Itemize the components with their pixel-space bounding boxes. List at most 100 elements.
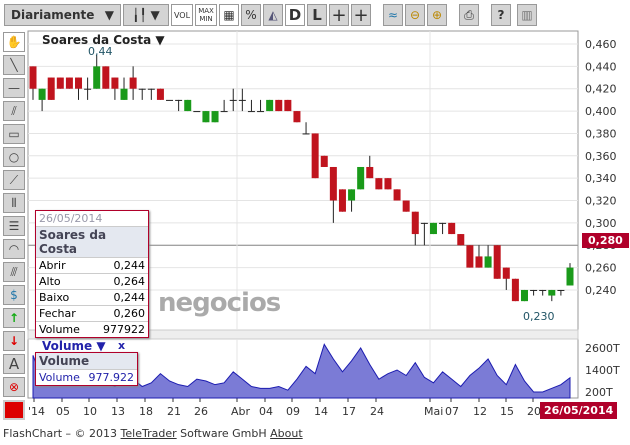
candle-body — [320, 155, 328, 167]
candle-body — [420, 222, 428, 224]
y-tick-label: 0,440 — [585, 60, 617, 73]
footer: FlashChart – © 2013 TeleTrader Software … — [3, 427, 303, 440]
candle-body — [47, 77, 55, 100]
candle-body — [166, 99, 174, 101]
candle-body — [129, 77, 137, 89]
current-price-badge: 0,280 — [582, 233, 629, 248]
y-tick-label: 0,380 — [585, 127, 617, 140]
volume-tick-label: 200T — [585, 386, 613, 399]
x-tick-label: 24 — [370, 405, 384, 418]
candle-body — [184, 99, 192, 112]
candle-body — [293, 111, 301, 123]
x-tick-label: 09 — [286, 405, 300, 418]
volume-title[interactable]: Volume ▼ — [42, 339, 106, 353]
candle-body — [247, 111, 255, 113]
candle-body — [475, 256, 483, 268]
info-key: Abrir — [39, 259, 66, 272]
candle-body — [366, 166, 374, 179]
y-tick-label: 0,240 — [585, 284, 617, 297]
candle-body — [65, 77, 73, 89]
candle-body — [357, 166, 365, 190]
volume-box-title: Volume — [36, 353, 137, 369]
candle-body — [520, 289, 528, 302]
info-value: 0,260 — [113, 307, 146, 320]
candle-body — [539, 289, 547, 291]
candle-body — [193, 111, 201, 113]
x-tick-label: 04 — [259, 405, 273, 418]
min-label: 0,230 — [523, 310, 555, 323]
x-tick-label: 14 — [314, 405, 328, 418]
x-tick-label: '14 — [28, 405, 45, 418]
x-tick-label: 07 — [445, 405, 459, 418]
info-key: Alto — [39, 275, 61, 288]
candle-body — [229, 99, 237, 101]
candle-body — [530, 289, 538, 291]
info-value: 0,264 — [113, 275, 146, 288]
candle-body — [175, 99, 183, 101]
candle-body — [348, 189, 356, 201]
x-tick-label: 18 — [139, 405, 153, 418]
info-row: Volume 977922 — [36, 321, 148, 337]
candle-body — [120, 88, 128, 100]
volume-close-button[interactable]: x — [118, 339, 125, 352]
candle-body — [220, 111, 228, 113]
info-key: Fechar — [39, 307, 76, 320]
candle-body — [111, 77, 119, 89]
info-row: Fechar 0,260 — [36, 305, 148, 321]
y-tick-label: 0,360 — [585, 150, 617, 163]
teletrader-link[interactable]: TeleTrader — [121, 427, 177, 440]
volume-box-value: 977.922 — [88, 371, 135, 384]
candle-body — [284, 99, 292, 112]
candle-body — [375, 178, 383, 190]
about-link[interactable]: About — [270, 427, 303, 440]
info-row: Alto 0,264 — [36, 273, 148, 289]
candle-body — [493, 245, 501, 279]
info-value: 0,244 — [113, 259, 146, 272]
volume-tick-label: 2600T — [585, 342, 620, 355]
y-tick-label: 0,320 — [585, 195, 617, 208]
candle-body — [257, 111, 265, 113]
y-tick-label: 0,260 — [585, 262, 617, 275]
candle-body — [275, 99, 283, 112]
candle-body — [93, 66, 101, 89]
candle-body — [29, 66, 37, 89]
info-date: 26/05/2014 — [39, 212, 103, 225]
date-badge: 26/05/2014 — [540, 402, 618, 419]
y-tick-label: 0,400 — [585, 105, 617, 118]
candle-body — [238, 99, 246, 101]
x-tick-label: 10 — [83, 405, 97, 418]
x-tick-label: 12 — [473, 405, 487, 418]
candle-body — [202, 111, 210, 123]
y-tick-label: 0,460 — [585, 38, 617, 51]
candle-body — [402, 200, 410, 212]
candle-body — [56, 77, 64, 89]
y-tick-label: 0,340 — [585, 172, 617, 185]
x-tick-label: Mai — [424, 405, 443, 418]
y-tick-label: 0,300 — [585, 217, 617, 230]
candle-body — [448, 222, 456, 235]
candle-body — [548, 289, 556, 296]
volume-info-box: Volume Volume 977.922 — [35, 352, 138, 386]
info-row: Abrir 0,244 — [36, 257, 148, 273]
candle-body — [147, 88, 155, 90]
y-tick-label: 0,420 — [585, 83, 617, 96]
candle-body — [329, 166, 337, 201]
watermark: negocios — [158, 288, 281, 318]
candle-body — [138, 88, 146, 90]
candle-body — [484, 256, 492, 268]
x-tick-label: 15 — [500, 405, 514, 418]
candle-body — [211, 111, 219, 123]
x-tick-label: 26 — [194, 405, 208, 418]
candle-body — [156, 88, 164, 100]
candle-body — [266, 99, 274, 112]
candle-body — [457, 234, 465, 246]
candle-body — [84, 88, 92, 90]
info-value: 0,244 — [113, 291, 146, 304]
candle-body — [566, 267, 574, 286]
x-tick-label: 20 — [527, 405, 541, 418]
x-tick-label: 13 — [111, 405, 125, 418]
candle-body — [302, 133, 310, 135]
x-tick-label: 05 — [56, 405, 70, 418]
candle-body — [511, 278, 519, 302]
candle-body — [102, 66, 110, 89]
